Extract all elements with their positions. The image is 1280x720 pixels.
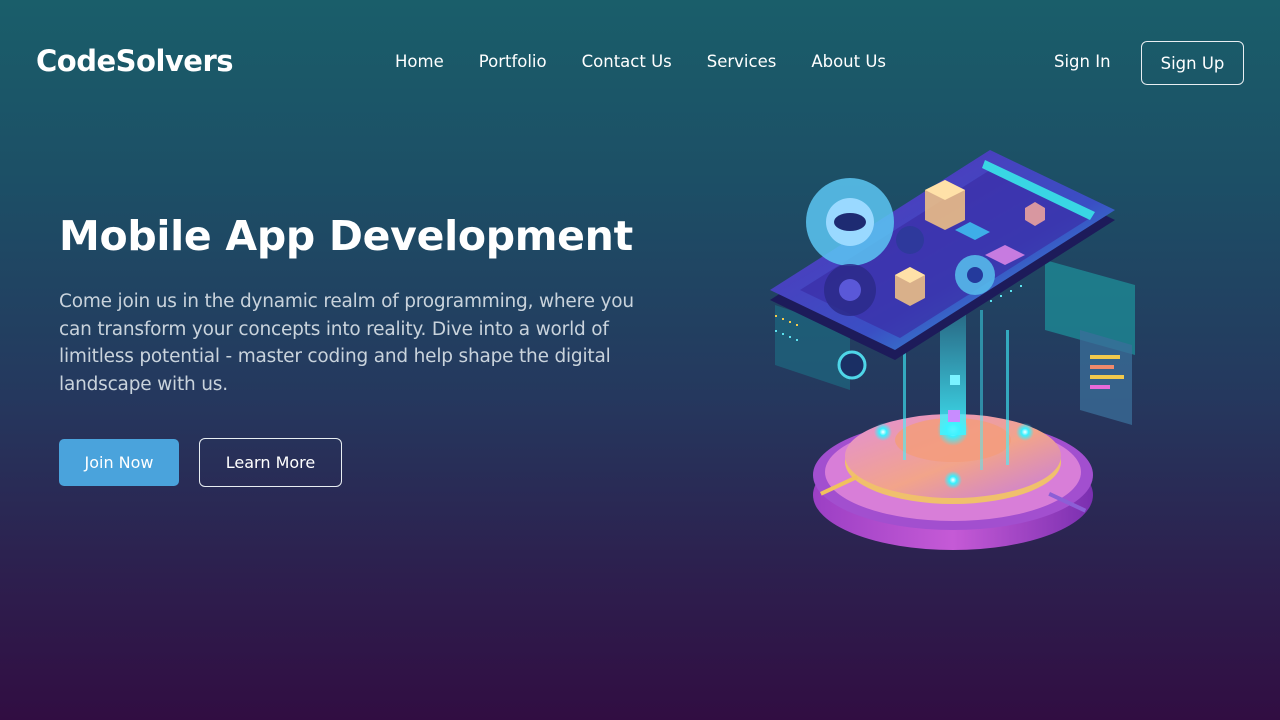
sign-in-link[interactable]: Sign In: [1054, 52, 1111, 71]
navbar: CodeSolvers Home Portfolio Contact Us Se…: [0, 0, 1280, 128]
mobile-app-illustration: [770, 150, 1135, 550]
nav-link-services[interactable]: Services: [707, 52, 777, 71]
hero-title: Mobile App Development: [59, 212, 633, 260]
nav-link-home[interactable]: Home: [395, 52, 444, 71]
main-nav: Home Portfolio Contact Us Services About…: [395, 52, 921, 71]
nav-link-portfolio[interactable]: Portfolio: [479, 52, 547, 71]
learn-more-button[interactable]: Learn More: [199, 438, 342, 487]
hero-description: Come join us in the dynamic realm of pro…: [59, 291, 634, 395]
nav-link-about-us[interactable]: About Us: [811, 52, 886, 71]
brand-logo[interactable]: CodeSolvers: [36, 44, 234, 78]
sign-up-button[interactable]: Sign Up: [1141, 41, 1244, 85]
join-now-button[interactable]: Join Now: [59, 439, 179, 486]
nav-link-contact-us[interactable]: Contact Us: [582, 52, 672, 71]
